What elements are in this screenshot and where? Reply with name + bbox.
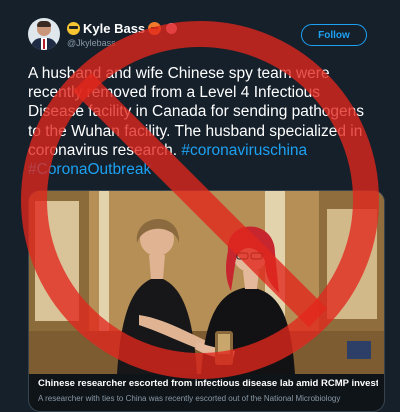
- angry-face-emoji-icon: [148, 21, 162, 35]
- avatar-tie: [43, 39, 45, 49]
- link-card-image[interactable]: [29, 191, 384, 374]
- avatar[interactable]: [28, 18, 60, 50]
- author-name-row[interactable]: Kyle Bass: [67, 20, 178, 36]
- link-card[interactable]: Chinese researcher escorted from infecti…: [28, 190, 385, 412]
- sunglasses-emoji-icon: [67, 21, 80, 35]
- news-photo: [29, 191, 384, 374]
- tweet-text-block: A husband and wife Chinese spy team were…: [28, 64, 378, 179]
- badge-icon: [166, 22, 178, 34]
- link-card-title[interactable]: Chinese researcher escorted from infecti…: [38, 378, 378, 389]
- avatar-hair: [37, 21, 51, 27]
- author-display-name[interactable]: Kyle Bass: [83, 21, 145, 36]
- follow-button[interactable]: Follow: [301, 24, 367, 46]
- link-card-description: A researcher with ties to China was rece…: [38, 394, 341, 403]
- author-handle[interactable]: @Jkylebass: [67, 38, 116, 48]
- tweet: Kyle Bass @Jkylebass Follow A husband an…: [0, 0, 400, 412]
